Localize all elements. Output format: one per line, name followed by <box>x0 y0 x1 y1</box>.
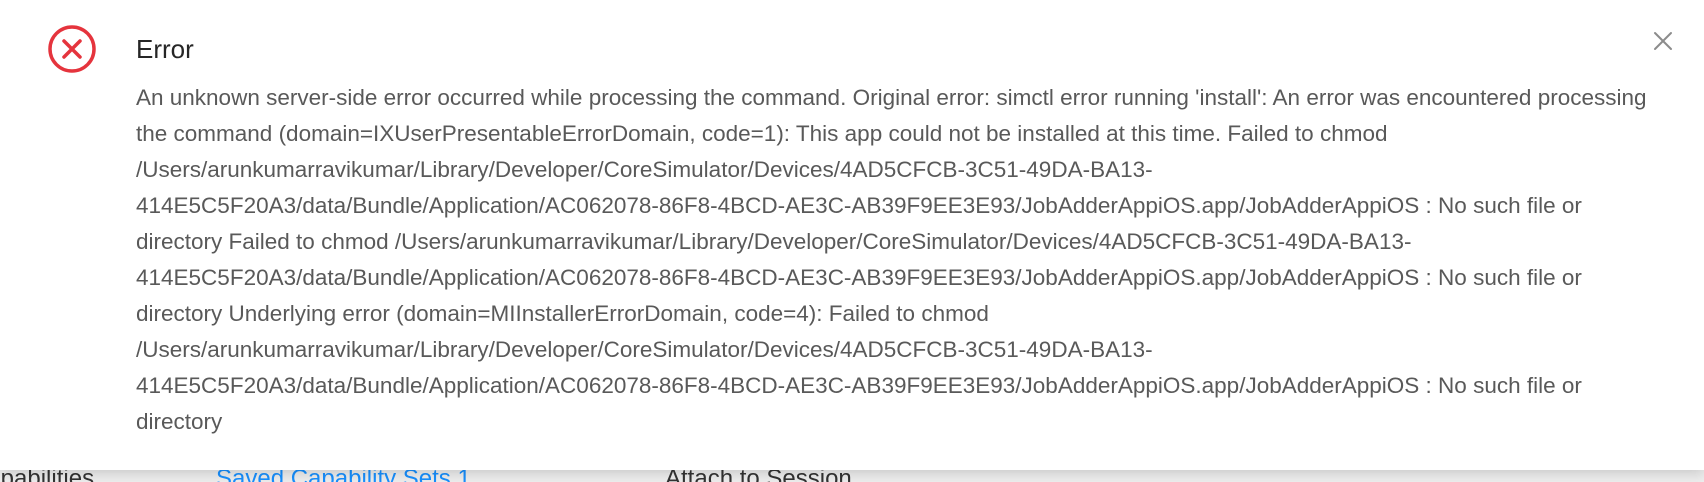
app-page: Capabilities Saved Capability Sets 1 Att… <box>0 0 1704 482</box>
error-notification: Error An unknown server-side error occur… <box>0 0 1704 470</box>
notification-title: Error <box>136 34 194 64</box>
close-circle-icon <box>47 24 97 74</box>
close-icon[interactable] <box>1650 28 1676 54</box>
notification-message: An unknown server-side error occurred wh… <box>136 85 1647 434</box>
